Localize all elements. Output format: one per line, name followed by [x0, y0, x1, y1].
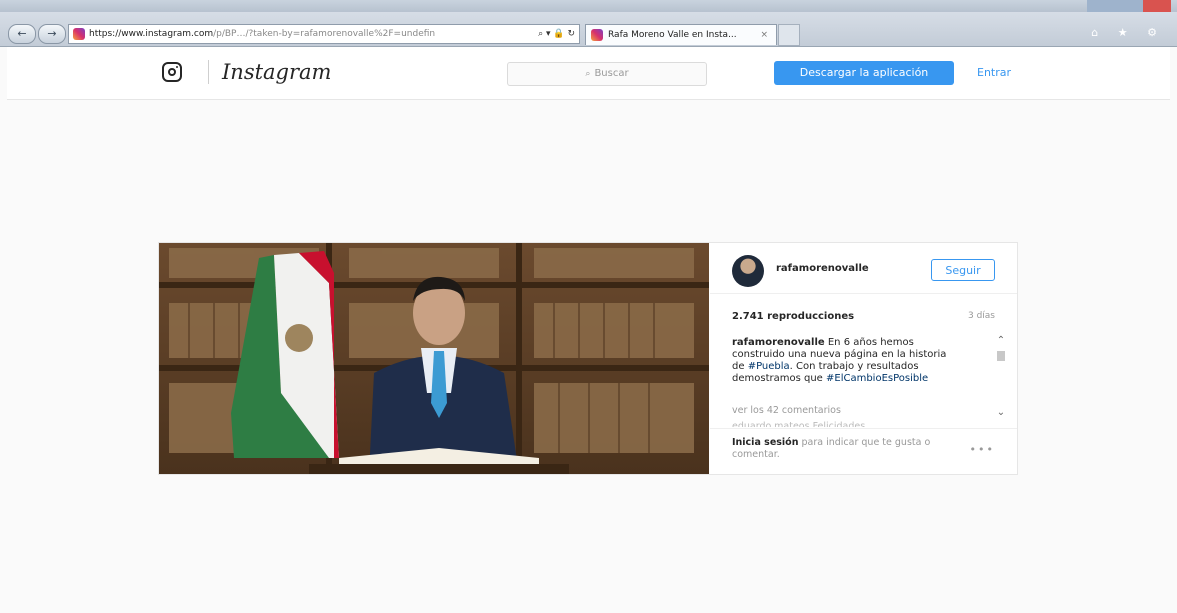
instagram-favicon-icon: [591, 29, 603, 41]
login-link[interactable]: Entrar: [977, 61, 1011, 85]
search-icon: ⌕: [585, 69, 591, 79]
post-timestamp[interactable]: 3 días: [968, 311, 995, 321]
post-caption: rafamorenovalle En 6 años hemos construi…: [732, 337, 952, 385]
url-text: https://www.instagram.com/p/BP…/?taken-b…: [89, 25, 435, 43]
scroll-down-icon[interactable]: ⌄: [995, 407, 1007, 419]
header-divider: [208, 60, 209, 84]
post-sidebar: rafamorenovalle Seguir 2.741 reproduccio…: [710, 243, 1017, 474]
search-input[interactable]: ⌕ Buscar: [507, 62, 707, 86]
scrollbar-thumb[interactable]: [997, 351, 1005, 361]
url-path: /p/BP…/?taken-by=rafamorenovalle%2F=unde…: [213, 29, 436, 39]
partial-comment: eduardo.mateos Felicidades: [732, 421, 866, 427]
window-titlebar: [0, 0, 1177, 12]
tab-close-icon[interactable]: ×: [760, 25, 768, 45]
caption-username[interactable]: rafamorenovalle: [732, 337, 825, 348]
login-prompt: Inicia sesión para indicar que te gusta …: [732, 437, 972, 461]
search-placeholder: Buscar: [594, 68, 629, 79]
more-options-icon[interactable]: •••: [970, 443, 995, 456]
address-bar-icons[interactable]: ⌕ ▾ 🔒 ↻: [538, 25, 575, 43]
instagram-camera-icon[interactable]: [162, 62, 182, 82]
minimize-button[interactable]: [1087, 0, 1115, 12]
browser-right-icons[interactable]: ⌂ ★ ⚙: [1091, 26, 1165, 39]
post-footer: Inicia sesión para indicar que te gusta …: [710, 428, 1017, 475]
window-controls: [1087, 0, 1171, 12]
hashtag-puebla[interactable]: #Puebla: [748, 361, 790, 372]
close-window-button[interactable]: [1143, 0, 1171, 12]
instagram-favicon-icon: [73, 28, 85, 40]
forward-button[interactable]: →: [38, 24, 66, 44]
view-count: 2.741 reproducciones: [732, 311, 855, 322]
page-scroll-indicator[interactable]: [1169, 60, 1177, 74]
scroll-up-icon[interactable]: ⌃: [995, 335, 1007, 347]
new-tab-button[interactable]: [778, 24, 800, 46]
caption-scrollbar[interactable]: ⌃ ⌄: [995, 335, 1007, 419]
post-card: rafamorenovalle Seguir 2.741 reproduccio…: [158, 242, 1018, 475]
address-bar[interactable]: https://www.instagram.com/p/BP…/?taken-b…: [68, 24, 580, 44]
back-button[interactable]: ←: [8, 24, 36, 44]
maximize-button[interactable]: [1115, 0, 1143, 12]
post-author: rafamorenovalle Seguir: [710, 243, 1017, 294]
browser-tab[interactable]: Rafa Moreno Valle en Insta... ×: [585, 24, 777, 45]
tab-label: Rafa Moreno Valle en Insta...: [608, 30, 737, 40]
url-host: https://www.instagram.com: [89, 29, 214, 39]
hashtag-elcambioesposible[interactable]: #ElCambioEsPosible: [826, 373, 928, 384]
instagram-header: Instagram ⌕ Buscar Descargar la aplicació…: [7, 47, 1170, 100]
username-link[interactable]: rafamorenovalle: [776, 263, 869, 274]
view-comments-link[interactable]: ver los 42 comentarios: [732, 405, 841, 416]
follow-button[interactable]: Seguir: [931, 259, 995, 281]
avatar[interactable]: [732, 255, 764, 287]
post-video[interactable]: [159, 243, 709, 474]
instagram-logo[interactable]: Instagram: [222, 60, 331, 84]
download-app-button[interactable]: Descargar la aplicación: [774, 61, 954, 85]
login-prompt-link[interactable]: Inicia sesión: [732, 437, 798, 448]
video-frame: [159, 243, 709, 474]
